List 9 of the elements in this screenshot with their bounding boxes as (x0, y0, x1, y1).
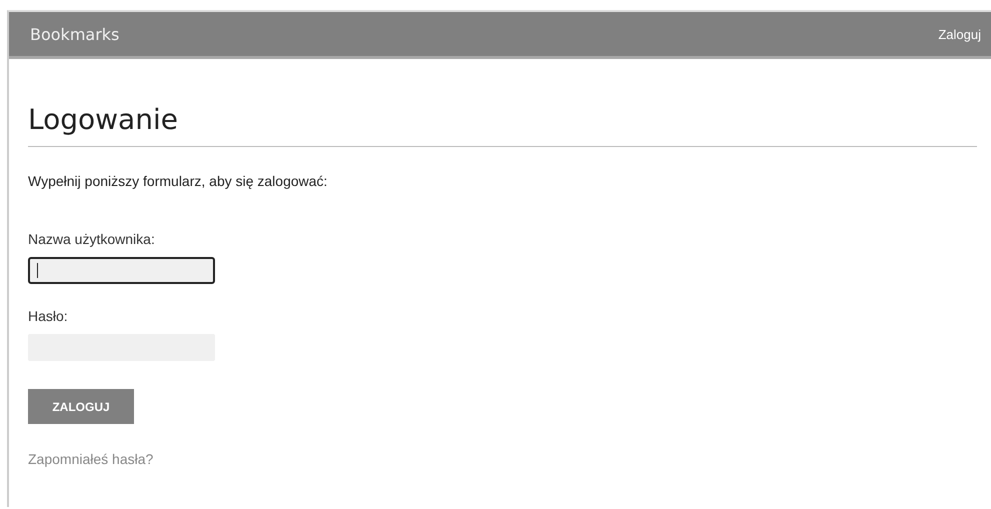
forgot-password-link[interactable]: Zapomniałeś hasła? (28, 451, 154, 467)
brand-title[interactable]: Bookmarks (30, 24, 120, 44)
field-label: Hasło: (28, 308, 68, 324)
login-link[interactable]: Zaloguj (938, 26, 981, 42)
login-button[interactable]: ZALOGUJ (28, 389, 134, 424)
instruction-text: Wypełnij poniższy formularz, aby się zalogować: (28, 173, 328, 189)
field-label: Nazwa użytkownika: (28, 231, 155, 247)
page-heading: Logowanie (28, 103, 977, 147)
input-field[interactable] (28, 257, 215, 284)
